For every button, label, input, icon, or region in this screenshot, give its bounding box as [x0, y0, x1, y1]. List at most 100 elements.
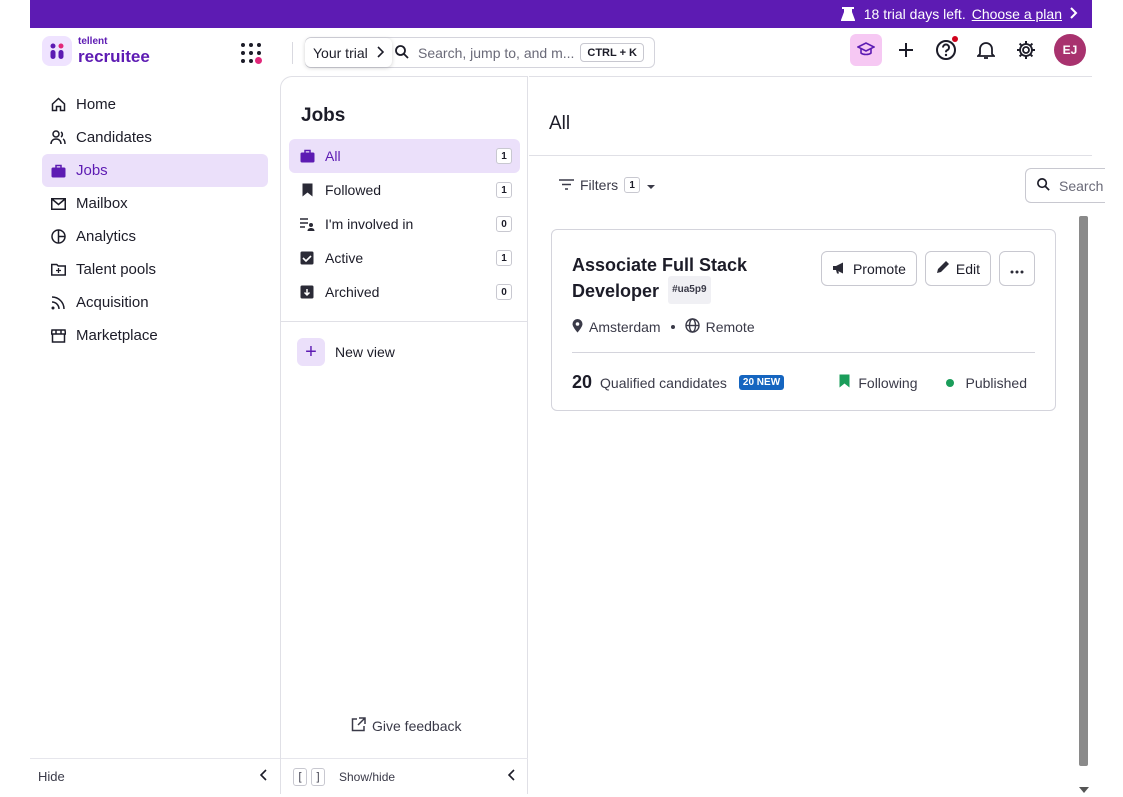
- flask-icon: [840, 6, 856, 22]
- bell-icon[interactable]: [970, 34, 1002, 66]
- briefcase-icon: [299, 148, 315, 164]
- chevron-right-icon: [376, 45, 384, 61]
- job-title-text: Associate Full Stack Developer: [572, 255, 748, 301]
- show-hide-label: Show/hide: [339, 769, 396, 784]
- job-card[interactable]: Associate Full Stack Developer #ua5p9 Pr…: [551, 229, 1056, 411]
- app-root: 18 trial days left. Choose a plan tellen…: [30, 0, 1105, 794]
- rss-icon: [50, 295, 66, 311]
- sidebar-item-label: Marketplace: [76, 327, 158, 344]
- map-pin-icon: [572, 318, 583, 336]
- sidebar-item-candidates[interactable]: Candidates: [42, 121, 268, 154]
- sidebar-item-label: Home: [76, 96, 117, 113]
- view-item-followed[interactable]: Followed 1: [289, 173, 520, 207]
- give-feedback-label: Give feedback: [372, 718, 462, 734]
- chevron-right-icon[interactable]: [1068, 6, 1078, 22]
- mail-icon: [50, 196, 66, 212]
- sidebar-item-jobs[interactable]: Jobs: [42, 154, 268, 187]
- sidebar-item-acquisition[interactable]: Acquisition: [42, 286, 268, 319]
- folder-icon: [50, 262, 66, 278]
- chevron-left-icon: [259, 769, 268, 784]
- sidebar-item-label: Mailbox: [76, 195, 128, 212]
- bookmark-icon[interactable]: [839, 374, 850, 391]
- scrollbar[interactable]: [1079, 216, 1088, 766]
- page-title: All: [549, 113, 571, 134]
- search-icon: [1036, 177, 1051, 195]
- ellipsis-icon: [1010, 261, 1024, 277]
- new-view-label: New view: [335, 344, 395, 360]
- give-feedback-link[interactable]: Give feedback: [351, 717, 462, 735]
- globe-icon: [684, 318, 700, 336]
- hide-sidebar-button[interactable]: Hide: [30, 758, 280, 794]
- promote-label: Promote: [852, 260, 906, 277]
- filter-icon: [559, 177, 574, 193]
- more-options-button[interactable]: [999, 251, 1035, 286]
- users-icon: [50, 130, 66, 146]
- avatar[interactable]: EJ: [1054, 34, 1086, 66]
- plus-icon[interactable]: [890, 34, 922, 66]
- promote-button[interactable]: Promote: [820, 251, 917, 286]
- choose-plan-link[interactable]: Choose a plan: [972, 6, 1062, 22]
- edit-label: Edit: [955, 260, 980, 277]
- job-title[interactable]: Associate Full Stack Developer #ua5p9: [572, 252, 802, 306]
- sidebar-item-marketplace[interactable]: Marketplace: [42, 319, 268, 352]
- search-shortcut: CTRL + K: [580, 43, 644, 62]
- qualified-count: 20: [572, 372, 593, 392]
- job-stats[interactable]: 20 Qualified candidates 20 NEW: [572, 372, 785, 393]
- new-view-button[interactable]: + New view: [297, 338, 395, 366]
- search-placeholder: Search, jump to, and m...: [418, 45, 575, 61]
- header-actions: EJ: [850, 34, 1092, 66]
- job-status: Following Published: [839, 374, 1027, 391]
- gear-icon[interactable]: [1010, 34, 1042, 66]
- sidebar-item-label: Acquisition: [76, 294, 149, 311]
- sidebar-item-label: Jobs: [76, 162, 108, 179]
- sidebar-item-label: Talent pools: [76, 261, 157, 278]
- megaphone-icon: [832, 261, 847, 277]
- sidebar-item-home[interactable]: Home: [42, 88, 268, 121]
- logo-small-text: tellent: [78, 36, 108, 47]
- chevron-left-icon: [507, 769, 516, 784]
- bracket-close-icon: ]: [311, 767, 325, 786]
- sidebar-item-label: Analytics: [76, 228, 137, 245]
- logo-mark-icon: [42, 36, 72, 66]
- sidebar-item-mailbox[interactable]: Mailbox: [42, 187, 268, 220]
- view-label: Active: [325, 250, 364, 266]
- view-item-archived[interactable]: Archived 0: [289, 275, 520, 309]
- pie-chart-icon: [50, 229, 66, 245]
- jobs-search-placeholder: Search: [1059, 177, 1104, 194]
- briefcase-icon: [50, 163, 66, 179]
- store-icon: [50, 328, 66, 344]
- published-status-dot: [945, 378, 954, 387]
- nav-list: Home Candidates Jobs Mailbox Analytics T…: [42, 88, 268, 352]
- view-item-involved[interactable]: I'm involved in 0: [289, 207, 520, 241]
- views-list: All 1 Followed 1 I'm involved in 0 Activ…: [289, 139, 520, 309]
- view-item-all[interactable]: All 1: [289, 139, 520, 173]
- sidebar-item-talent-pools[interactable]: Talent pools: [42, 253, 268, 286]
- home-icon: [50, 97, 66, 113]
- sidebar-item-analytics[interactable]: Analytics: [42, 220, 268, 253]
- apps-notification-dot: [254, 56, 263, 65]
- apps-grid-icon[interactable]: [240, 42, 263, 65]
- jobs-search-input[interactable]: Search: [1025, 168, 1105, 203]
- following-label[interactable]: Following: [858, 375, 917, 391]
- view-label: All: [325, 148, 341, 164]
- filters-button[interactable]: Filters 1: [559, 177, 656, 193]
- left-sidebar: Home Candidates Jobs Mailbox Analytics T…: [30, 76, 280, 794]
- search-icon: [394, 44, 410, 63]
- view-item-active[interactable]: Active 1: [289, 241, 520, 275]
- edit-button[interactable]: Edit: [924, 251, 991, 286]
- job-card-actions: Promote Edit: [820, 251, 1035, 286]
- view-count: 1: [496, 148, 512, 164]
- help-icon[interactable]: [930, 34, 962, 66]
- academy-icon[interactable]: [850, 34, 882, 66]
- recruitee-logo[interactable]: tellent recruitee: [42, 36, 150, 66]
- pencil-icon: [936, 260, 950, 277]
- jobs-panel-title: Jobs: [301, 105, 346, 126]
- new-candidates-badge: 20 NEW: [738, 375, 785, 390]
- scroll-down-arrow-icon[interactable]: [1079, 781, 1089, 793]
- view-count: 1: [496, 182, 512, 198]
- show-hide-panel-button[interactable]: [ ] Show/hide: [281, 758, 528, 794]
- your-trial-chip[interactable]: Your trial: [305, 38, 392, 67]
- global-search[interactable]: Search, jump to, and m... CTRL + K Your …: [305, 37, 655, 68]
- external-link-icon: [351, 717, 366, 735]
- caret-down-icon: [646, 177, 656, 193]
